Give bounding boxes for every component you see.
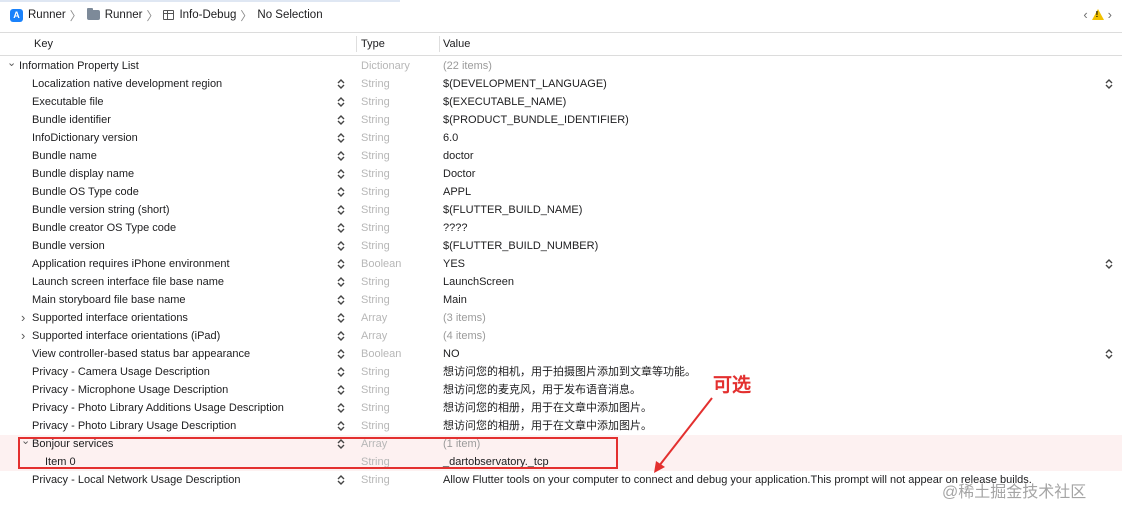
annotation-arrow-icon [654,397,713,473]
watermark: @稀土掘金技术社区 [942,484,1087,501]
